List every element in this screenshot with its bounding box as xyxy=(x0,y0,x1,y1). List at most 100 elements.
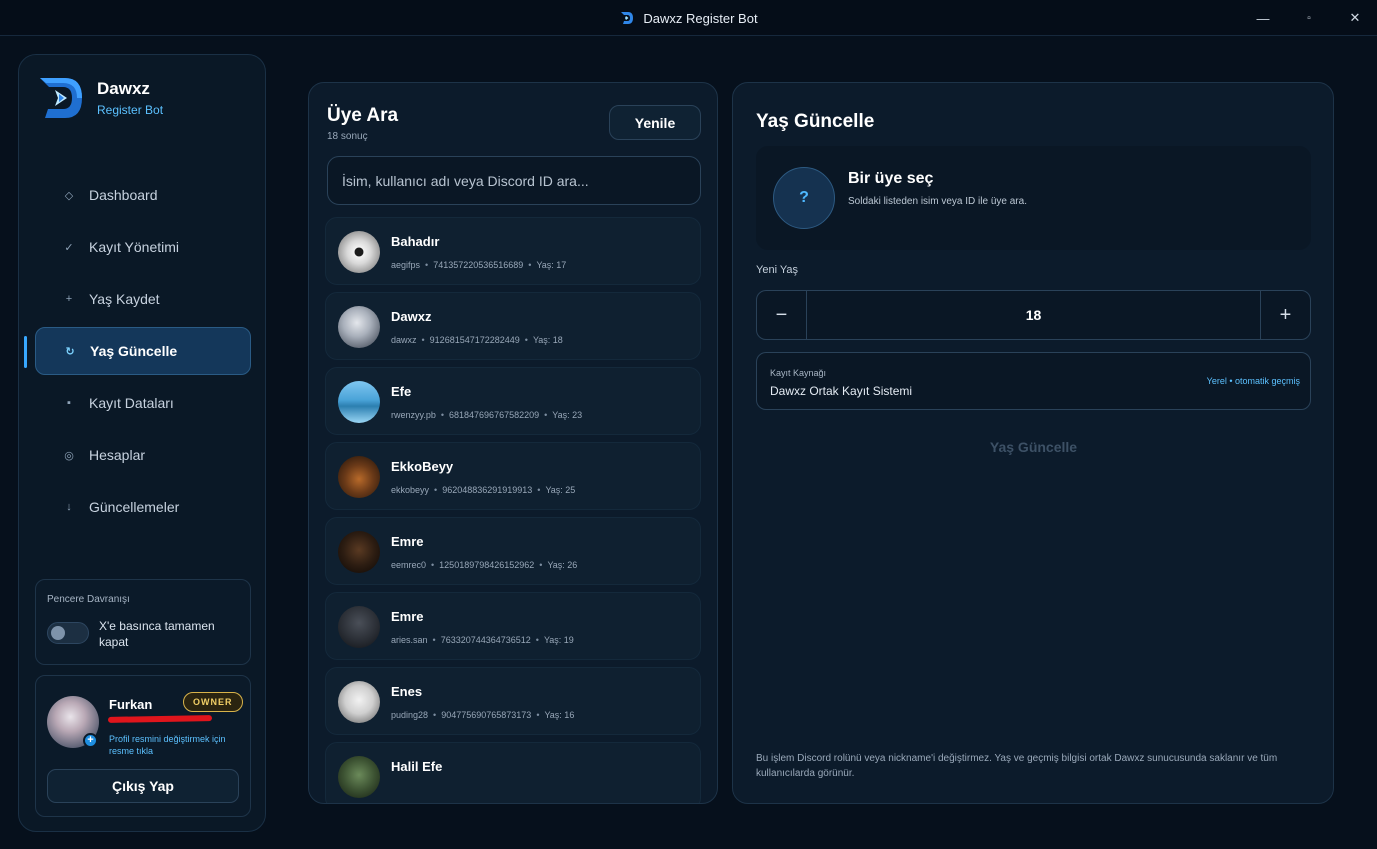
record-source-box: Kayıt Kaynağı Dawxz Ortak Kayıt Sistemi … xyxy=(756,352,1311,410)
sidebar-item-kayit-yonetimi[interactable]: ✓ Kayıt Yönetimi xyxy=(35,223,251,271)
list-item[interactable]: Dawxz dawxz • 912681547172282449 • Yaş: 18 xyxy=(325,292,701,360)
member-name: Emre xyxy=(391,609,424,624)
question-icon: ? xyxy=(773,167,835,229)
sidebar-item-label: Kayıt Dataları xyxy=(89,395,174,411)
sidebar-item-guncellemeler[interactable]: ↓ Güncellemeler xyxy=(35,483,251,531)
member-username: eemrec0 xyxy=(391,560,427,570)
add-photo-icon[interactable]: + xyxy=(83,733,98,748)
member-username: rwenzyy.pb xyxy=(391,410,436,420)
source-note: Yerel • otomatik geçmiş xyxy=(1206,376,1300,386)
toggle-knob xyxy=(51,626,65,640)
select-member-subtitle: Soldaki listeden isim veya ID ile üye ar… xyxy=(848,196,1027,207)
member-meta: puding28 • 904775690765873173 • Yaş: 16 xyxy=(391,710,574,720)
owner-badge: OWNER xyxy=(183,692,243,712)
list-item[interactable]: Halil Efe xyxy=(325,742,701,803)
new-age-label: Yeni Yaş xyxy=(756,264,799,276)
brand-text: Dawxz Register Bot xyxy=(97,79,163,117)
database-icon: ▪ xyxy=(67,397,71,409)
member-id: 1250189798426152962 xyxy=(439,560,535,570)
redaction-mark xyxy=(107,715,213,723)
increment-button[interactable]: + xyxy=(1260,291,1310,339)
user-card: + Furkan OWNER Profil resmini değiştirme… xyxy=(35,675,251,817)
member-id: 912681547172282449 xyxy=(429,335,520,345)
age-update-panel: Yaş Güncelle ? Bir üye seç Soldaki liste… xyxy=(732,82,1334,804)
member-id: 962048836291919913 xyxy=(442,485,533,495)
list-item[interactable]: Bahadır aegifps • 741357220536516689 • Yaş: … xyxy=(325,217,701,285)
sidebar-item-label: Güncellemeler xyxy=(89,499,180,515)
minimize-button[interactable]: — xyxy=(1240,0,1286,36)
close-button[interactable]: ✕ xyxy=(1332,0,1377,36)
close-behavior-toggle[interactable] xyxy=(47,622,89,644)
source-value: Dawxz Ortak Kayıt Sistemi xyxy=(770,384,913,398)
selected-member-card: ? Bir üye seç Soldaki listeden isim veya… xyxy=(756,146,1311,250)
member-age: Yaş: 18 xyxy=(532,335,563,345)
sidebar-item-yas-guncelle[interactable]: ↻ Yaş Güncelle xyxy=(24,327,251,375)
separator-dot: • xyxy=(539,560,543,570)
sidebar-item-hesaplar[interactable]: ◎ Hesaplar xyxy=(35,431,251,479)
search-title: Üye Ara xyxy=(327,105,399,126)
download-icon: ↓ xyxy=(66,501,72,513)
sidebar-item-dashboard[interactable]: ◇ Dashboard xyxy=(35,171,251,219)
app-logo-icon xyxy=(621,12,634,24)
avatar-hint: Profil resmini değiştirmek için resme tı… xyxy=(109,734,226,756)
member-id: 763320744364736512 xyxy=(440,635,531,645)
separator-dot: • xyxy=(434,485,438,495)
list-item[interactable]: Emre eemrec0 • 1250189798426152962 • Yaş: 26 xyxy=(325,517,701,585)
check-icon: ✓ xyxy=(64,241,74,254)
logout-button[interactable]: Çıkış Yap xyxy=(47,769,239,803)
member-search-panel: Üye Ara 18 sonuç Yenile Bahadır aegifps •… xyxy=(308,82,718,804)
member-name: Enes xyxy=(391,684,423,699)
maximize-button[interactable]: ▫ xyxy=(1286,0,1332,36)
member-avatar xyxy=(338,531,380,573)
age-value[interactable]: 18 xyxy=(807,291,1260,339)
search-input[interactable] xyxy=(327,156,701,205)
member-avatar xyxy=(338,756,380,798)
sidebar: Dawxz Register Bot ◇ Dashboard ✓ Kayıt Y… xyxy=(18,54,266,832)
title-bar-center: Dawxz Register Bot xyxy=(0,0,1377,36)
member-name: Efe xyxy=(391,384,412,399)
member-username: ekkobeyy xyxy=(391,485,430,495)
member-avatar xyxy=(338,606,380,648)
brand: Dawxz Register Bot xyxy=(37,75,163,121)
list-item[interactable]: Emre aries.san • 763320744364736512 • Yaş: 1… xyxy=(325,592,701,660)
sidebar-item-label: Yaş Kaydet xyxy=(89,291,160,307)
list-item[interactable]: Efe rwenzyy.pb • 681847696767582209 • Yaş: 2… xyxy=(325,367,701,435)
sidebar-item-yas-kaydet[interactable]: + Yaş Kaydet xyxy=(35,275,251,323)
member-meta: aegifps • 741357220536516689 • Yaş: 17 xyxy=(391,260,566,270)
separator-dot: • xyxy=(544,410,548,420)
member-username: puding28 xyxy=(391,710,429,720)
member-avatar xyxy=(338,306,380,348)
member-username: aegifps xyxy=(391,260,421,270)
member-name: Emre xyxy=(391,534,424,549)
member-age: Yaş: 25 xyxy=(545,485,576,495)
update-title: Yaş Güncelle xyxy=(756,111,875,132)
decrement-button[interactable]: − xyxy=(757,291,807,339)
sidebar-item-label: Kayıt Yönetimi xyxy=(89,239,180,255)
member-age: Yaş: 17 xyxy=(536,260,567,270)
member-age: Yaş: 16 xyxy=(544,710,575,720)
member-username: dawxz xyxy=(391,335,417,345)
sidebar-item-kayit-datalari[interactable]: ▪ Kayıt Dataları xyxy=(35,379,251,427)
member-id: 741357220536516689 xyxy=(433,260,524,270)
member-name: Dawxz xyxy=(391,309,432,324)
member-username: aries.san xyxy=(391,635,428,645)
dawxz-logo-icon xyxy=(40,78,82,118)
separator-dot: • xyxy=(537,485,541,495)
member-name: Bahadır xyxy=(391,234,440,249)
sidebar-nav: ◇ Dashboard ✓ Kayıt Yönetimi + Yaş Kayde… xyxy=(24,171,251,535)
list-item[interactable]: Enes puding28 • 904775690765873173 • Yaş: 16 xyxy=(325,667,701,735)
separator-dot: • xyxy=(528,260,532,270)
update-age-button[interactable]: Yaş Güncelle xyxy=(756,425,1311,469)
member-list[interactable]: Bahadır aegifps • 741357220536516689 • Yaş: … xyxy=(325,217,701,803)
member-avatar xyxy=(338,456,380,498)
separator-dot: • xyxy=(536,710,540,720)
list-item[interactable]: EkkoBeyy ekkobeyy • 962048836291919913 • Yaş… xyxy=(325,442,701,510)
select-member-title: Bir üye seç xyxy=(848,170,934,187)
separator-dot: • xyxy=(425,260,429,270)
age-stepper: − 18 + xyxy=(756,290,1311,340)
refresh-icon: ↻ xyxy=(65,345,75,358)
separator-dot: • xyxy=(524,335,528,345)
member-id: 904775690765873173 xyxy=(441,710,532,720)
diamond-icon: ◇ xyxy=(64,189,74,202)
refresh-button[interactable]: Yenile xyxy=(609,105,701,140)
